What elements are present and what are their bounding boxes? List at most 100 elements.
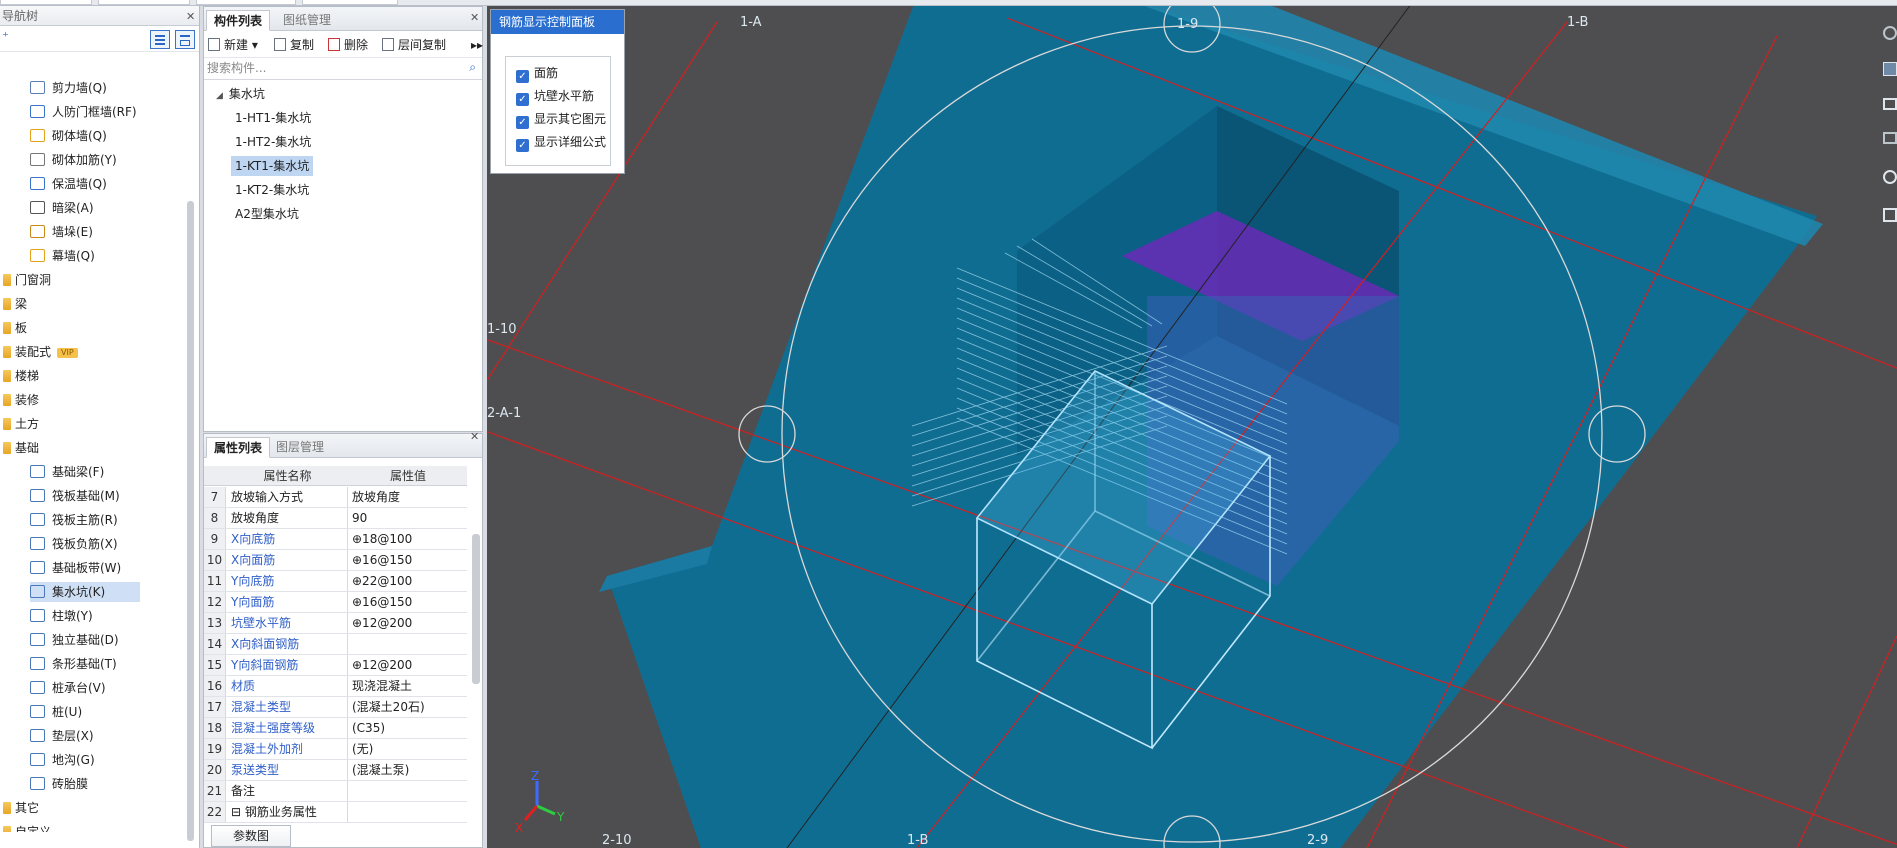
nav-item[interactable]: 人防门框墙(RF)	[30, 102, 137, 122]
property-row[interactable]: 15 Y向斜面钢筋 ⊕12@200	[204, 655, 467, 676]
tab-drawing-management[interactable]: 图纸管理	[276, 10, 338, 31]
layer-icon[interactable]	[1883, 132, 1897, 144]
close-icon[interactable]: ✕	[186, 10, 195, 23]
nav-item[interactable]: 幕墙(Q)	[30, 246, 95, 266]
property-row[interactable]: 9 X向底筋 ⊕18@100	[204, 529, 467, 550]
top-tab[interactable]	[0, 0, 92, 5]
nav-category[interactable]: 楼梯	[3, 366, 39, 386]
property-row[interactable]: 22 ⊟ 钢筋业务属性	[204, 802, 467, 823]
orbit-icon[interactable]	[1883, 26, 1897, 40]
nav-item[interactable]: 基础板带(W)	[30, 558, 121, 578]
option-show-other-elements[interactable]: ✓ 显示其它图元	[516, 110, 606, 129]
tab-layer-management[interactable]: 图层管理	[269, 437, 331, 458]
top-tab[interactable]	[196, 0, 296, 5]
nav-item-selected[interactable]: 集水坑(K)	[30, 582, 140, 602]
copy-button[interactable]: 复制	[274, 36, 314, 54]
search-input[interactable]	[204, 58, 444, 78]
property-row[interactable]: 21 备注	[204, 781, 467, 802]
nav-item[interactable]: 保温墙(Q)	[30, 174, 107, 194]
nav-category[interactable]: 梁	[3, 294, 27, 314]
property-value[interactable]: (混凝土20石)	[349, 697, 467, 717]
property-row[interactable]: 13 坑壁水平筋 ⊕12@200	[204, 613, 467, 634]
nav-category[interactable]: 土方	[3, 414, 39, 434]
more-icon[interactable]: ▸▸	[471, 36, 483, 54]
settings-view-icon[interactable]	[1883, 208, 1897, 222]
nav-item[interactable]: 条形基础(T)	[30, 654, 117, 674]
nav-item[interactable]: 柱墩(Y)	[30, 606, 93, 626]
nav-item[interactable]: 筏板基础(M)	[30, 486, 120, 506]
component-item-selected[interactable]: 1-KT1-集水坑	[231, 156, 314, 176]
new-button[interactable]: 新建 ▾	[208, 36, 258, 54]
nav-category[interactable]: 装修	[3, 390, 39, 410]
close-icon[interactable]: ✕	[470, 430, 479, 443]
checkbox-checked-icon[interactable]: ✓	[516, 70, 529, 83]
property-row[interactable]: 20 泵送类型 (混凝土泵)	[204, 760, 467, 781]
nav-item[interactable]: 砌体墙(Q)	[30, 126, 107, 146]
property-row[interactable]: 10 X向面筋 ⊕16@150	[204, 550, 467, 571]
checkbox-checked-icon[interactable]: ✓	[516, 93, 529, 106]
property-row[interactable]: 18 混凝土强度等级 (C35)	[204, 718, 467, 739]
nav-item[interactable]: 地沟(G)	[30, 750, 95, 770]
nav-category[interactable]: 门窗洞	[3, 270, 51, 290]
property-value[interactable]: ⊕22@100	[349, 571, 467, 591]
nav-category[interactable]: 板	[3, 318, 27, 338]
tab-component-list[interactable]: 构件列表	[206, 10, 271, 31]
property-value[interactable]: ⊕12@200	[349, 655, 467, 675]
floor-copy-button[interactable]: 层间复制	[382, 36, 446, 54]
nav-item[interactable]: 暗梁(A)	[30, 198, 94, 218]
property-row[interactable]: 19 混凝土外加剂 (无)	[204, 739, 467, 760]
nav-category[interactable]: 基础	[3, 438, 39, 458]
nav-item[interactable]: 桩(U)	[30, 702, 82, 722]
pin-icon[interactable]: ⁺	[2, 30, 9, 45]
close-icon[interactable]: ✕	[470, 11, 479, 24]
component-item[interactable]: 1-HT2-集水坑	[231, 132, 315, 152]
nav-scrollbar[interactable]	[187, 201, 194, 841]
nav-category[interactable]: 自定义	[3, 822, 51, 832]
nav-item[interactable]: 桩承台(V)	[30, 678, 106, 698]
property-value[interactable]: ⊕12@200	[349, 613, 467, 633]
property-value[interactable]: ⊕16@150	[349, 592, 467, 612]
property-value[interactable]: ⊕18@100	[349, 529, 467, 549]
property-value[interactable]: ⊕16@150	[349, 550, 467, 570]
option-show-formula[interactable]: ✓ 显示详细公式	[516, 133, 606, 152]
property-row[interactable]: 17 混凝土类型 (混凝土20石)	[204, 697, 467, 718]
property-row[interactable]: 12 Y向面筋 ⊕16@150	[204, 592, 467, 613]
option-face-rebar[interactable]: ✓ 面筋	[516, 64, 558, 83]
view-cube-icon[interactable]	[1883, 62, 1897, 76]
nav-item[interactable]: 基础梁(F)	[30, 462, 104, 482]
param-diagram-button[interactable]: 参数图	[211, 825, 291, 847]
nav-item[interactable]: 墙垛(E)	[30, 222, 93, 242]
top-tab[interactable]	[302, 0, 398, 5]
tree-root[interactable]: ◢ 集水坑	[212, 84, 269, 104]
checkbox-checked-icon[interactable]: ✓	[516, 139, 529, 152]
property-row[interactable]: 7 放坡输入方式 放坡角度	[204, 487, 467, 508]
nav-category[interactable]: 其它	[3, 798, 39, 818]
property-row[interactable]: 8 放坡角度 90	[204, 508, 467, 529]
component-item[interactable]: 1-KT2-集水坑	[231, 180, 313, 200]
search-icon[interactable]: ⌕	[469, 60, 476, 75]
nav-item[interactable]: 筏板负筋(X)	[30, 534, 118, 554]
property-value[interactable]: 现浇混凝土	[349, 676, 467, 696]
option-pit-wall-rebar[interactable]: ✓ 坑壁水平筋	[516, 87, 594, 106]
property-scrollbar[interactable]	[472, 534, 480, 684]
tab-property-list[interactable]: 属性列表	[206, 437, 271, 458]
property-value[interactable]: (无)	[349, 739, 467, 759]
property-row[interactable]: 11 Y向底筋 ⊕22@100	[204, 571, 467, 592]
collapse-icon[interactable]: ◢	[216, 91, 223, 101]
property-value[interactable]: (混凝土泵)	[349, 760, 467, 780]
nav-item[interactable]: 砌体加筋(Y)	[30, 150, 117, 170]
grid-view-icon[interactable]	[175, 30, 195, 49]
3d-viewport[interactable]: 1-A 1-9 1-B 1-10 2-A-1 2-10 1-B 2-9 Z Y …	[487, 6, 1897, 848]
delete-button[interactable]: 删除	[328, 36, 368, 54]
property-value[interactable]	[349, 802, 467, 822]
nav-item[interactable]: 垫层(X)	[30, 726, 94, 746]
property-row[interactable]: 14 X向斜面钢筋	[204, 634, 467, 655]
property-value[interactable]	[349, 634, 467, 654]
nav-item[interactable]: 剪力墙(Q)	[30, 78, 107, 98]
nav-item[interactable]: 独立基础(D)	[30, 630, 119, 650]
property-value[interactable]: 90	[349, 508, 467, 528]
nav-category[interactable]: 装配式 VIP	[3, 342, 78, 362]
property-value[interactable]: (C35)	[349, 718, 467, 738]
nav-item[interactable]: 砖胎膜	[30, 774, 88, 794]
top-tab[interactable]	[98, 0, 190, 5]
